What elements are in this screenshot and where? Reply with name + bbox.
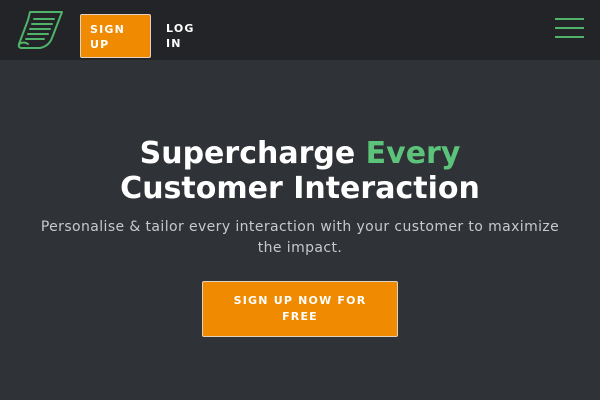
hero-title-accent: Every bbox=[365, 136, 461, 171]
menu-bar-middle bbox=[555, 27, 584, 29]
navbar: SIGN UP LOG IN bbox=[0, 0, 600, 60]
menu-bar-bottom bbox=[555, 36, 584, 38]
menu-bar-top bbox=[555, 18, 584, 20]
log-in-link[interactable]: LOG IN bbox=[166, 21, 206, 51]
sign-up-button[interactable]: SIGN UP bbox=[80, 14, 151, 58]
hamburger-menu-icon[interactable] bbox=[552, 14, 586, 44]
receipt-document-icon[interactable] bbox=[16, 10, 64, 50]
hero-subtitle: Personalise & tailor every interaction w… bbox=[40, 219, 560, 256]
hero-title: Supercharge Every Customer Interaction bbox=[0, 136, 600, 206]
sign-up-free-button[interactable]: SIGN UP NOW FOR FREE bbox=[202, 281, 398, 337]
hero-title-part1: Supercharge bbox=[139, 136, 366, 171]
hero-title-part2: Customer Interaction bbox=[120, 171, 480, 206]
